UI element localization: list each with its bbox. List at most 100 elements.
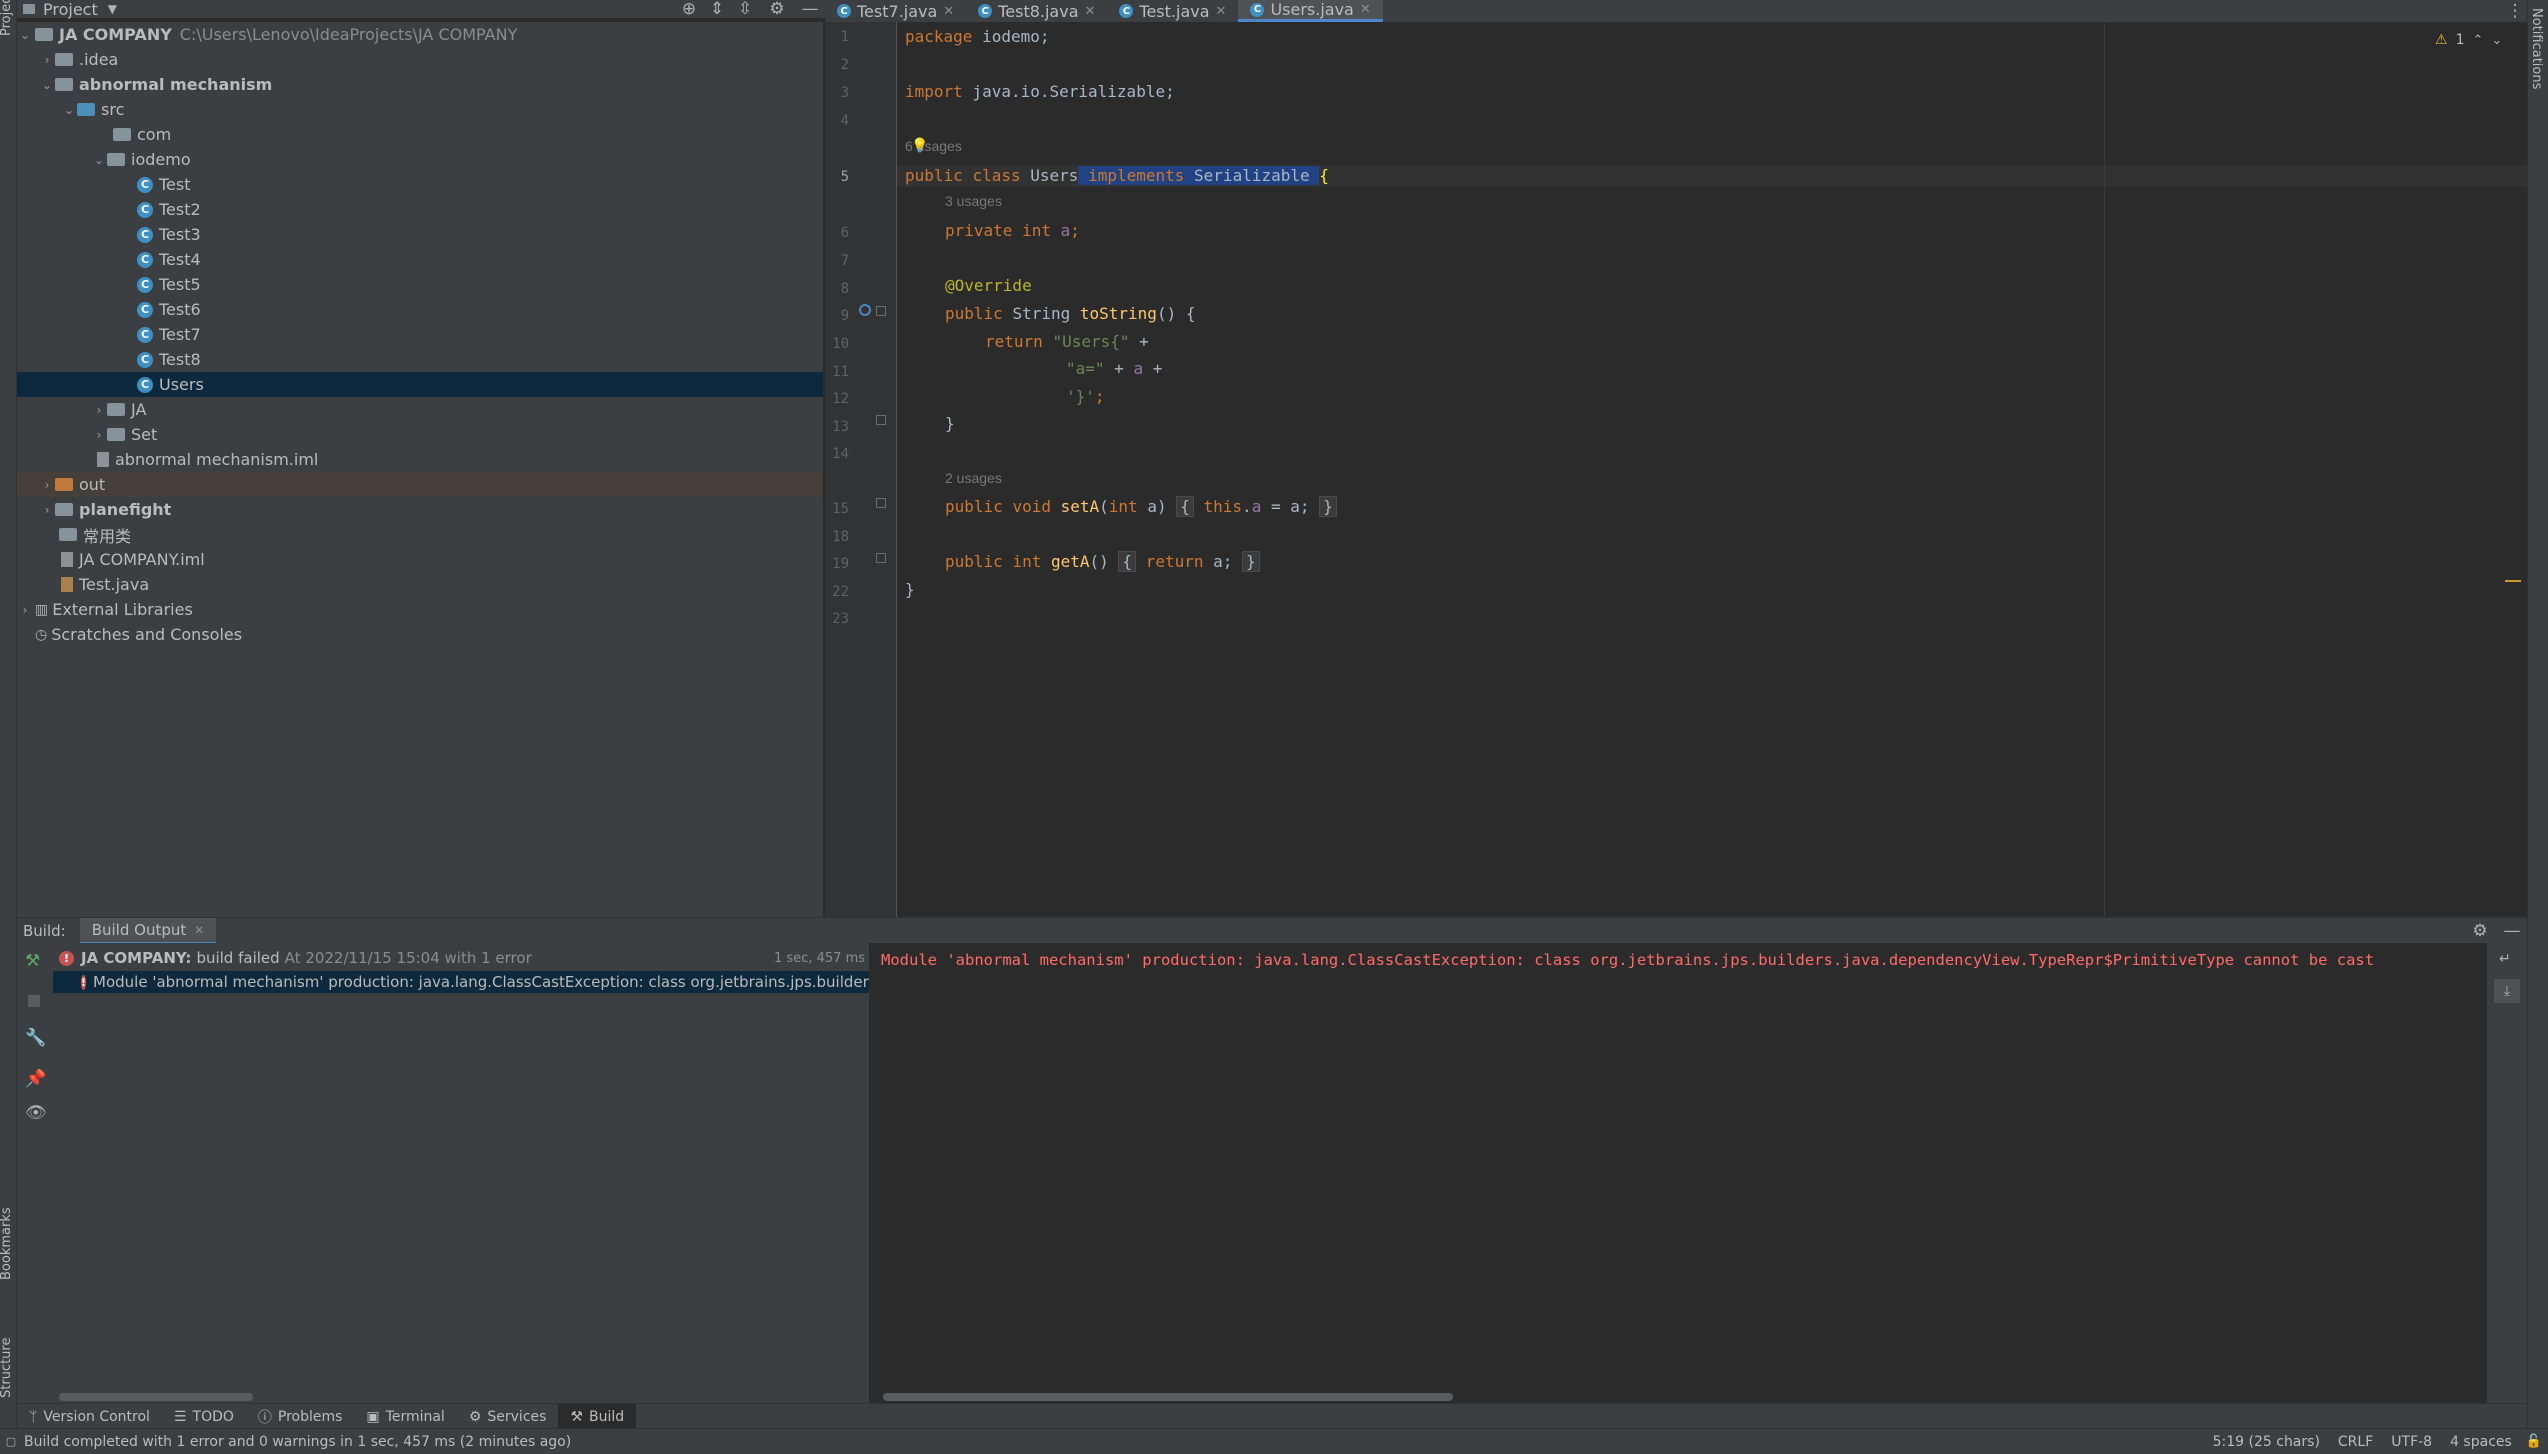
lock-icon[interactable]: 🔓 <box>2526 1434 2542 1449</box>
folded-region[interactable]: } <box>1242 551 1260 572</box>
tab-version-control[interactable]: ᛘ Version Control <box>17 1404 162 1429</box>
chevron-right-icon[interactable]: › <box>91 428 107 442</box>
tree-item-common-classes[interactable]: 常用类 <box>17 522 823 547</box>
folded-region[interactable]: { <box>1176 496 1194 517</box>
close-icon[interactable]: ✕ <box>194 923 204 937</box>
tree-item-test5[interactable]: C Test5 <box>17 272 823 297</box>
tree-item-test2[interactable]: C Test2 <box>17 197 823 222</box>
expand-all-icon[interactable]: ⇕ <box>703 0 731 19</box>
chevron-down-icon[interactable]: ⌄ <box>91 153 107 167</box>
close-icon[interactable]: ✕ <box>1085 4 1096 19</box>
tree-item-scratches[interactable]: ◷ Scratches and Consoles <box>17 622 823 647</box>
chevron-down-icon[interactable]: ⌄ <box>2491 33 2502 48</box>
tab-services[interactable]: ⚙ Services <box>457 1404 559 1429</box>
stop-icon[interactable] <box>28 995 40 1007</box>
tree-item-abnormal-iml[interactable]: abnormal mechanism.iml <box>17 447 823 472</box>
tree-item-set[interactable]: › Set <box>17 422 823 447</box>
usages-hint[interactable]: 3 usages <box>945 193 1002 209</box>
more-tabs-icon[interactable]: ⋮ <box>2503 1 2527 21</box>
tree-item-ja-company[interactable]: ⌄ JA COMPANY C:\Users\Lenovo\IdeaProject… <box>17 22 823 47</box>
bulb-icon[interactable]: 💡 <box>911 138 928 154</box>
gear-icon[interactable]: ⚙ <box>2463 921 2497 941</box>
tree-item-test[interactable]: C Test <box>17 172 823 197</box>
hide-icon[interactable]: — <box>795 0 825 19</box>
status-message[interactable]: Build completed with 1 error and 0 warni… <box>24 1434 571 1450</box>
override-marker-icon[interactable] <box>859 304 871 316</box>
tree-item-users[interactable]: C Users <box>17 372 823 397</box>
editor-gutter[interactable]: 1 2 3 4 5 6 7 8 9 10 11 12 13 14 15 18 1… <box>825 22 897 917</box>
eye-icon[interactable]: 👁 <box>25 1103 47 1123</box>
tab-problems[interactable]: ⓘ Problems <box>246 1404 355 1429</box>
project-panel-title[interactable]: Project <box>43 0 98 19</box>
pin-icon[interactable]: 📌 <box>25 1069 46 1089</box>
tree-item-test-java[interactable]: Test.java <box>17 572 823 597</box>
hide-icon[interactable]: — <box>2497 921 2527 941</box>
tab-test8[interactable]: C Test8.java ✕ <box>966 0 1107 22</box>
tree-item-test7[interactable]: C Test7 <box>17 322 823 347</box>
chevron-down-icon[interactable]: ▼ <box>108 2 117 16</box>
usages-hint[interactable]: 2 usages <box>945 470 1002 486</box>
tab-build-output[interactable]: Build Output ✕ <box>79 918 217 944</box>
build-summary-row[interactable]: ! JA COMPANY: build failed At 2022/11/15… <box>59 947 865 969</box>
tree-item-src[interactable]: ⌄ src <box>17 97 823 122</box>
line-separator[interactable]: CRLF <box>2338 1434 2373 1450</box>
horizontal-scrollbar[interactable] <box>59 1393 253 1401</box>
project-stripe-button[interactable]: Project <box>0 0 14 36</box>
chevron-down-icon[interactable]: ⌄ <box>39 78 55 92</box>
tree-item-com[interactable]: com <box>17 122 823 147</box>
chevron-right-icon[interactable]: › <box>39 503 55 517</box>
fold-marker-icon[interactable] <box>876 553 886 563</box>
file-encoding[interactable]: UTF-8 <box>2391 1434 2432 1450</box>
chevron-right-icon[interactable]: › <box>39 478 55 492</box>
scroll-to-end-icon[interactable]: ⤓ <box>2494 979 2520 1003</box>
tree-item-test6[interactable]: C Test6 <box>17 297 823 322</box>
tab-users[interactable]: C Users.java ✕ <box>1238 0 1383 22</box>
tab-todo[interactable]: ☰ TODO <box>162 1404 246 1429</box>
horizontal-scrollbar[interactable] <box>883 1393 1453 1401</box>
folded-region[interactable]: { <box>1118 551 1137 572</box>
locate-icon[interactable]: ⊕ <box>675 0 703 19</box>
notifications-stripe-button[interactable]: Notifications <box>2529 8 2544 89</box>
structure-stripe-button[interactable]: Structure <box>0 1338 14 1398</box>
close-icon[interactable]: ✕ <box>943 4 954 19</box>
hammer-icon[interactable]: ⚒ <box>25 951 40 971</box>
tab-build[interactable]: ⚒ Build <box>558 1404 637 1429</box>
tree-item-ja[interactable]: › JA <box>17 397 823 422</box>
chevron-right-icon[interactable]: › <box>91 403 107 417</box>
soft-wrap-icon[interactable]: ↵ <box>2499 951 2511 967</box>
chevron-down-icon[interactable]: ⌄ <box>17 28 33 42</box>
tree-item-test4[interactable]: C Test4 <box>17 247 823 272</box>
tab-test[interactable]: C Test.java ✕ <box>1107 0 1238 22</box>
collapse-all-icon[interactable]: ⇳ <box>731 0 759 19</box>
close-icon[interactable]: ✕ <box>1216 4 1227 19</box>
tree-item-out[interactable]: › out <box>17 472 823 497</box>
tree-item-iodemo[interactable]: ⌄ iodemo <box>17 147 823 172</box>
bookmarks-stripe-button[interactable]: Bookmarks <box>0 1207 14 1280</box>
tree-item-ja-company-iml[interactable]: JA COMPANY.iml <box>17 547 823 572</box>
build-console[interactable]: Module 'abnormal mechanism' production: … <box>869 943 2487 1403</box>
tree-item-external-libraries[interactable]: › ▥ External Libraries <box>17 597 823 622</box>
wrench-icon[interactable]: 🔧 <box>25 1028 46 1048</box>
tab-test7[interactable]: C Test7.java ✕ <box>825 0 966 22</box>
tree-item-idea[interactable]: › .idea <box>17 47 823 72</box>
tree-item-test3[interactable]: C Test3 <box>17 222 823 247</box>
fold-marker-icon[interactable] <box>876 306 886 316</box>
inspection-widget[interactable]: ⚠ 1 ⌃ ⌄ <box>2435 32 2502 48</box>
layout-icon[interactable]: ▢ <box>4 1435 18 1448</box>
tree-item-abnormal-mechanism[interactable]: ⌄ abnormal mechanism <box>17 72 823 97</box>
chevron-up-icon[interactable]: ⌃ <box>2472 33 2483 48</box>
code-editor[interactable]: package iodemo; import java.io.Serializa… <box>897 22 2527 917</box>
fold-marker-icon[interactable] <box>876 415 886 425</box>
tab-terminal[interactable]: ▣ Terminal <box>354 1404 456 1429</box>
tree-item-planefight[interactable]: › planefight <box>17 497 823 522</box>
folded-region[interactable]: } <box>1319 496 1337 517</box>
chevron-right-icon[interactable]: › <box>39 53 55 67</box>
gear-icon[interactable]: ⚙ <box>759 0 795 19</box>
tree-item-test8[interactable]: C Test8 <box>17 347 823 372</box>
caret-position[interactable]: 5:19 (25 chars) <box>2213 1434 2320 1450</box>
chevron-right-icon[interactable]: › <box>17 603 33 617</box>
warning-stripe-marker[interactable] <box>2505 580 2521 582</box>
fold-marker-icon[interactable] <box>876 498 886 508</box>
close-icon[interactable]: ✕ <box>1360 2 1371 17</box>
indent-setting[interactable]: 4 spaces <box>2450 1434 2512 1450</box>
